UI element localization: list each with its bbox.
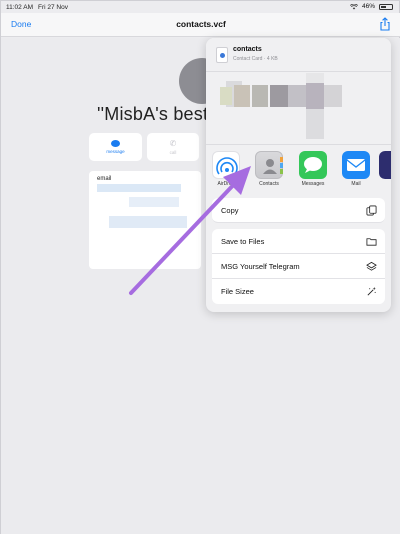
- share-apps-row: AirDrop Contacts Messages Mail: [206, 144, 391, 190]
- magic-wand-icon: [367, 286, 376, 296]
- redacted-email: [97, 184, 181, 192]
- redacted-pixel: [324, 85, 342, 107]
- wifi-icon: [349, 3, 358, 9]
- action-label: MSG Yourself Telegram: [221, 261, 300, 271]
- phone-icon: ✆: [169, 138, 177, 148]
- share-actions-group: Save to Files MSG Yourself Telegram File…: [212, 229, 385, 304]
- action-label: Save to Files: [221, 236, 265, 246]
- redacted-pixel: [288, 85, 306, 107]
- app-label: Messages: [301, 181, 325, 187]
- contacts-icon: [263, 157, 283, 174]
- app-mail[interactable]: Mail: [340, 151, 372, 187]
- share-sheet: contacts Contact Card · 4 KB AirDrop Con…: [206, 38, 391, 312]
- share-actions: Copy Save to Files MSG Yourself Telegram: [212, 198, 385, 304]
- partial-app-icon: [379, 151, 391, 179]
- save-to-files-action[interactable]: Save to Files: [212, 229, 385, 254]
- contact-card-icon: [216, 47, 228, 63]
- copy-action[interactable]: Copy: [212, 198, 385, 223]
- action-label: File Sizee: [221, 287, 254, 296]
- file-size-action[interactable]: File Sizee: [212, 279, 385, 304]
- app-more[interactable]: [379, 151, 391, 179]
- redacted-pixel: [234, 85, 250, 107]
- mail-icon: [346, 159, 366, 171]
- message-label: message: [106, 149, 125, 154]
- status-time: 11:02 AM: [6, 3, 33, 11]
- status-date: Fri 27 Nov: [37, 3, 68, 11]
- redacted-pixel: [306, 73, 324, 83]
- share-icon[interactable]: [379, 17, 391, 31]
- battery-icon: [379, 3, 393, 10]
- call-label: call: [169, 149, 177, 155]
- app-window: 11:02 AM Fri 27 Nov 46% Done contacts.vc…: [0, 0, 400, 534]
- layers-icon: [366, 261, 377, 271]
- redacted-pixel: [306, 109, 324, 139]
- redacted-text: [109, 216, 187, 228]
- folder-icon: [366, 238, 377, 246]
- page-title: contacts.vcf: [176, 19, 226, 29]
- app-label: Contacts: [259, 181, 279, 187]
- share-sheet-header: contacts Contact Card · 4 KB: [206, 38, 391, 72]
- email-label: email: [97, 176, 112, 182]
- status-indicators: 46%: [349, 3, 393, 10]
- app-messages[interactable]: Messages: [297, 151, 329, 187]
- app-airdrop[interactable]: AirDrop: [210, 151, 242, 187]
- call-button[interactable]: ✆ call: [147, 133, 199, 161]
- airdrop-icon: [216, 157, 238, 175]
- redacted-text: [129, 197, 179, 207]
- file-meta: Contact Card · 4 KB: [233, 56, 278, 62]
- message-button[interactable]: message: [89, 133, 142, 161]
- redacted-pixel: [270, 85, 288, 107]
- redacted-pixel: [220, 87, 232, 105]
- app-label: Mail: [351, 181, 361, 187]
- app-label: AirDrop: [217, 181, 235, 187]
- telegram-action[interactable]: MSG Yourself Telegram: [212, 254, 385, 279]
- file-name: contacts: [233, 46, 262, 53]
- redacted-pixel: [252, 85, 268, 107]
- email-card: email: [89, 171, 201, 269]
- redacted-pixel: [306, 83, 324, 109]
- copy-icon: [366, 205, 377, 216]
- status-bar: 11:02 AM Fri 27 Nov: [1, 1, 400, 13]
- app-contacts[interactable]: Contacts: [253, 151, 285, 187]
- action-label: Copy: [221, 205, 239, 215]
- message-bubble-icon: [111, 140, 120, 147]
- messages-icon: [304, 157, 322, 173]
- battery-percent: 46%: [361, 3, 375, 10]
- nav-bar: Done contacts.vcf: [1, 13, 400, 37]
